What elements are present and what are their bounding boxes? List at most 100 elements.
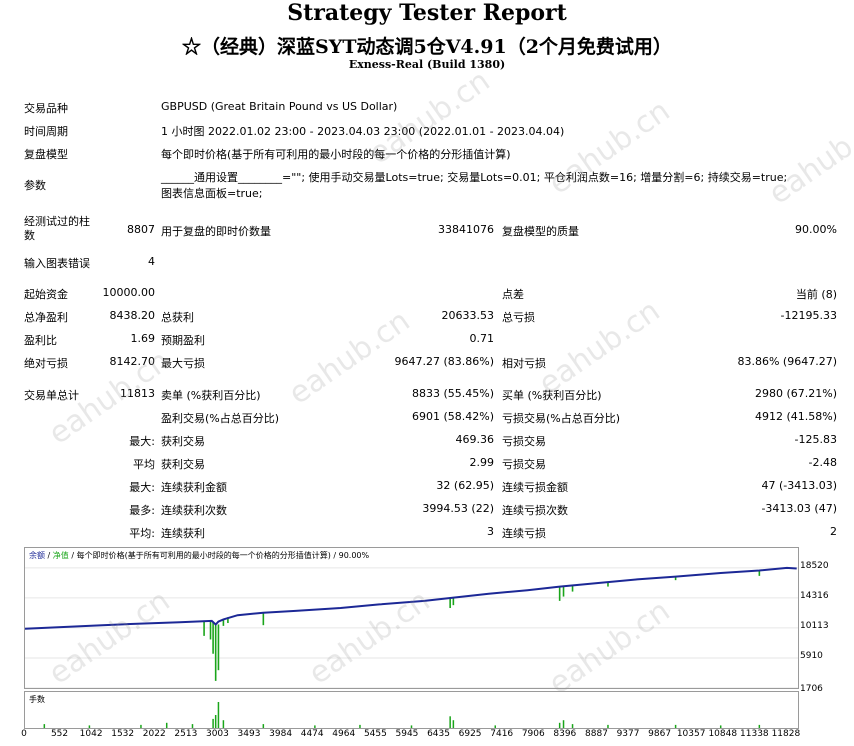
- errors-label: 输入图表错误: [24, 257, 90, 270]
- deposit-label: 起始资金: [24, 288, 68, 301]
- maximal-wins-value: 3994.53 (22): [422, 502, 494, 515]
- x-tick-label: 10357: [676, 729, 706, 739]
- largest-label: 最大:: [129, 435, 155, 448]
- profit-factor-value: 1.69: [130, 332, 156, 345]
- gross-loss-value: -12195.33: [780, 309, 837, 322]
- max-consecutive-wins-value: 32 (62.95): [436, 479, 494, 492]
- total-trades-label: 交易单总计: [24, 389, 79, 402]
- short-positions-value: 8833 (55.45%): [411, 387, 494, 400]
- average-consecutive-label: 平均:: [129, 527, 155, 540]
- avg-consecutive-wins-value: 3: [487, 525, 494, 538]
- model-label: 复盘模型: [24, 148, 68, 161]
- net-profit-value: 8438.20: [109, 309, 156, 322]
- absolute-drawdown-label: 绝对亏损: [24, 357, 68, 370]
- symbol-value: GBPUSD (Great Britain Pound vs US Dollar…: [161, 100, 398, 113]
- x-tick-label: 3003: [205, 729, 229, 739]
- legend-equity: 净值: [52, 551, 69, 560]
- x-tick-label: 552: [50, 729, 69, 739]
- y-tick-label: 18520: [800, 560, 829, 571]
- params-label: 参数: [24, 179, 46, 192]
- largest-profit-value: 469.36: [455, 433, 495, 446]
- server-build: Exness-Real (Build 1380): [348, 58, 506, 71]
- max-consecutive-wins-label: 连续获利金额: [161, 481, 227, 494]
- profit-trades-value: 6901 (58.42%): [411, 410, 494, 423]
- bars-value: 8807: [127, 223, 155, 236]
- x-tick-label: 8396: [553, 729, 577, 739]
- errors-value: 4: [148, 255, 155, 268]
- average-loss-label: 亏损交易: [502, 458, 546, 471]
- maximal-losses-label: 连续亏损次数: [502, 504, 568, 517]
- y-tick-label: 5910: [800, 650, 823, 661]
- max-consecutive-losses-value: 47 (-3413.03): [761, 479, 837, 492]
- largest-profit-label: 获利交易: [161, 435, 205, 448]
- legend-balance: 余额: [29, 551, 45, 560]
- relative-drawdown-value: 83.86% (9647.27): [737, 355, 837, 368]
- expected-payoff-label: 预期盈利: [161, 334, 205, 347]
- spread-label: 点差: [502, 288, 524, 301]
- profit-factor-label: 盈利比: [24, 334, 57, 347]
- long-positions-value: 2980 (67.21%): [754, 387, 837, 400]
- loss-trades-value: 4912 (41.58%): [754, 410, 837, 423]
- max-drawdown-value: 9647.27 (83.86%): [394, 355, 494, 368]
- x-tick-label: 1042: [79, 729, 103, 739]
- loss-trades-label: 亏损交易(%占总百分比): [502, 412, 621, 425]
- y-tick-label: 14316: [800, 590, 829, 601]
- ticks-value: 33841076: [438, 223, 494, 236]
- average-profit-label: 获利交易: [161, 458, 205, 471]
- x-tick-label: 9377: [616, 729, 640, 739]
- x-tick-label: 8887: [585, 729, 608, 739]
- x-tick-label: 3984: [269, 729, 293, 739]
- avg-consecutive-wins-label: 连续获利: [161, 527, 205, 540]
- volume-label: 手数: [29, 695, 45, 704]
- symbol-label: 交易品种: [24, 102, 68, 115]
- model-value: 每个即时价格(基于所有可利用的最小时段的每一个价格的分形插值计算): [161, 148, 511, 161]
- deposit-value: 10000.00: [102, 286, 156, 299]
- max-consecutive-losses-label: 连续亏损金额: [502, 481, 568, 494]
- x-tick-label: 6925: [458, 729, 482, 739]
- maximum-consecutive-label: 最大:: [129, 481, 155, 494]
- x-tick-label: 5455: [363, 729, 387, 739]
- report-title: Strategy Tester Report: [287, 0, 567, 26]
- x-tick-label: 7906: [521, 729, 545, 739]
- quality-value: 90.00%: [795, 223, 837, 236]
- params-line-1: ______通用设置________=""; 使用手动交易量Lots=true;…: [161, 171, 788, 184]
- spread-value: 当前 (8): [795, 288, 837, 301]
- period-value: 1 小时图 2022.01.02 23:00 - 2023.04.03 23:0…: [161, 125, 565, 138]
- x-tick-label: 1532: [111, 729, 135, 739]
- short-positions-label: 卖单 (%获利百分比): [161, 389, 261, 402]
- x-tick-label: 2022: [142, 729, 166, 739]
- x-tick-label: 5945: [395, 729, 419, 739]
- volume-chart: 手数: [24, 691, 799, 729]
- largest-loss-value: -125.83: [794, 433, 837, 446]
- x-tick-label: 11828: [771, 729, 801, 739]
- y-tick-label: 1706: [800, 684, 823, 694]
- x-tick-label: 4474: [300, 729, 324, 739]
- net-profit-label: 总净盈利: [24, 311, 68, 324]
- x-tick-label: 9867: [648, 729, 672, 739]
- strategy-name: ☆（经典）深蓝SYT动态调5仓V4.91（2个月免费试用）: [182, 36, 672, 58]
- chart-legend: 余额 / 净值 / 每个即时价格(基于所有可利用的最小时段的每一个价格的分形插值…: [29, 551, 370, 560]
- x-tick-label: 10848: [708, 729, 738, 739]
- x-tick-label: 4964: [332, 729, 356, 739]
- y-tick-label: 10113: [800, 620, 829, 631]
- largest-loss-label: 亏损交易: [502, 435, 546, 448]
- avg-consecutive-losses-value: 2: [830, 525, 837, 538]
- volume-chart-plot: [43, 702, 761, 728]
- x-tick-label: 11338: [740, 729, 769, 739]
- maximal-label: 最多:: [129, 504, 155, 517]
- maximal-wins-label: 连续获利次数: [161, 504, 227, 517]
- x-tick-label: 7416: [490, 729, 514, 739]
- profit-trades-label: 盈利交易(%占总百分比): [161, 412, 280, 425]
- x-tick-label: 3493: [237, 729, 261, 739]
- avg-consecutive-losses-label: 连续亏损: [502, 527, 546, 540]
- quality-label: 复盘模型的质量: [502, 225, 579, 238]
- gross-loss-label: 总亏损: [502, 311, 535, 324]
- x-tick-label: 2513: [174, 729, 198, 739]
- maximal-losses-value: -3413.03 (47): [761, 502, 837, 515]
- gross-profit-label: 总获利: [161, 311, 194, 324]
- average-loss-value: -2.48: [808, 456, 837, 469]
- params-line-2: 图表信息面板=true;: [161, 187, 263, 200]
- legend-rest: / 每个即时价格(基于所有可利用的最小时段的每一个价格的分形插值计算) / 90…: [71, 551, 370, 560]
- x-tick-label: 0: [21, 729, 27, 739]
- average-profit-value: 2.99: [469, 456, 495, 469]
